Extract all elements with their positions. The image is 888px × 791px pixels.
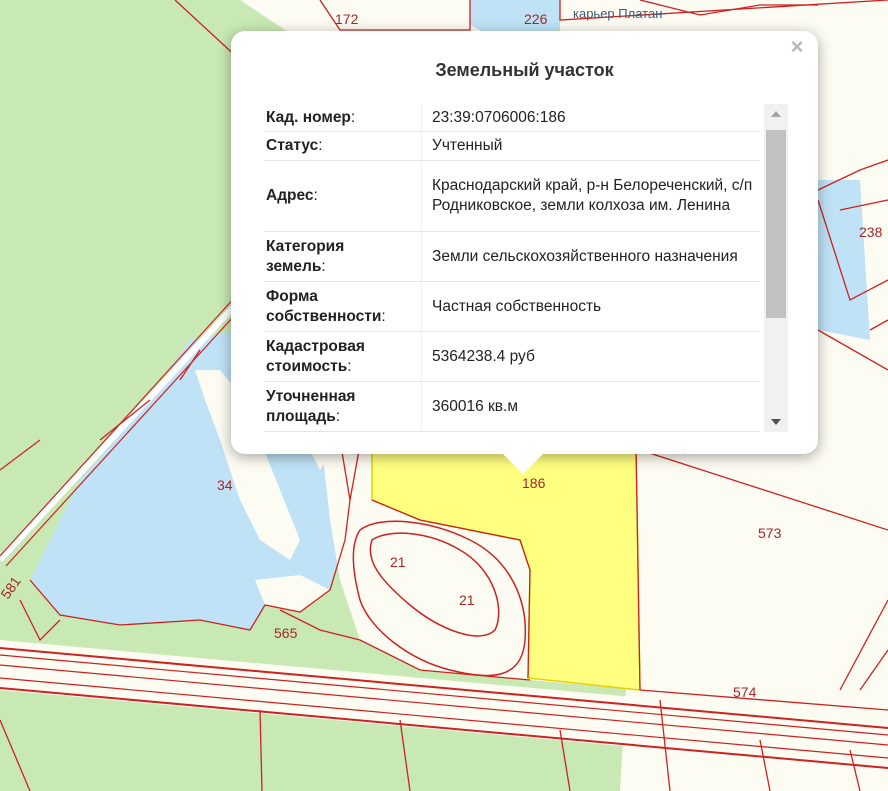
parcel-label: 34 (217, 477, 233, 493)
row-label: Форма собственности: (266, 287, 386, 325)
row-value: 360016 кв.м (432, 397, 519, 415)
arrow-down-icon (771, 419, 781, 425)
table-row: Категория земель: Земли сельскохозяйствен… (264, 232, 760, 282)
row-value: Частная собственность (432, 297, 602, 315)
row-label: Адрес (266, 187, 314, 204)
table-row: Кад. номер: 23:39:0706006:186 (264, 104, 760, 132)
row-value: Земли сельскохозяйственного назначения (432, 247, 738, 265)
row-label: Кад. номер (266, 108, 351, 126)
table-scrollbar[interactable] (764, 104, 788, 432)
table-row: Кадастровая стоимость: 5364238.4 руб (264, 332, 760, 382)
scroll-down-button[interactable] (764, 412, 788, 432)
parcel-label: 21 (459, 592, 475, 608)
scroll-up-button[interactable] (764, 104, 788, 124)
parcel-label: 186 (522, 475, 546, 491)
popup-pointer (501, 452, 545, 474)
table-row: Статус: Учтенный (264, 132, 760, 161)
parcel-label: 565 (274, 625, 298, 641)
parcel-label: 573 (758, 525, 782, 541)
row-label: Категория земель: (266, 237, 345, 275)
info-table-viewport[interactable]: Кад. номер: 23:39:0706006:186 Статус: Уч… (264, 104, 788, 432)
row-value: Учтенный (432, 137, 503, 154)
scroll-thumb[interactable] (766, 130, 786, 318)
row-value: 5364238.4 руб (432, 347, 535, 365)
row-label: Статус (266, 137, 319, 154)
arrow-up-icon (771, 111, 781, 117)
parcel-label: 238 (859, 224, 883, 240)
row-value: Краснодарский край, р-н Белореченский, с… (432, 177, 753, 214)
close-button[interactable]: × (788, 36, 806, 58)
parcel-info-popup: × Земельный участок Кад. номер: 23:39:07… (231, 31, 818, 474)
info-table: Кад. номер: 23:39:0706006:186 Статус: Уч… (264, 104, 760, 432)
parcel-label: 226 (524, 11, 548, 27)
parcel-label: 574 (733, 684, 757, 700)
table-row: Форма собственности: Частная собственност… (264, 282, 760, 332)
parcel-label: 172 (335, 11, 359, 27)
parcel-label: 21 (390, 554, 406, 570)
popup-title: Земельный участок (435, 60, 614, 80)
row-label: Уточненная площадь: (266, 387, 356, 425)
row-label: Кадастровая стоимость: (266, 337, 365, 375)
row-value: 23:39:0706006:186 (432, 108, 566, 126)
table-row: Уточненная площадь: 360016 кв.м (264, 382, 760, 432)
table-row: Адрес: Краснодарский край, р-н Белоречен… (264, 161, 760, 232)
place-label: карьер Платан (573, 6, 662, 21)
